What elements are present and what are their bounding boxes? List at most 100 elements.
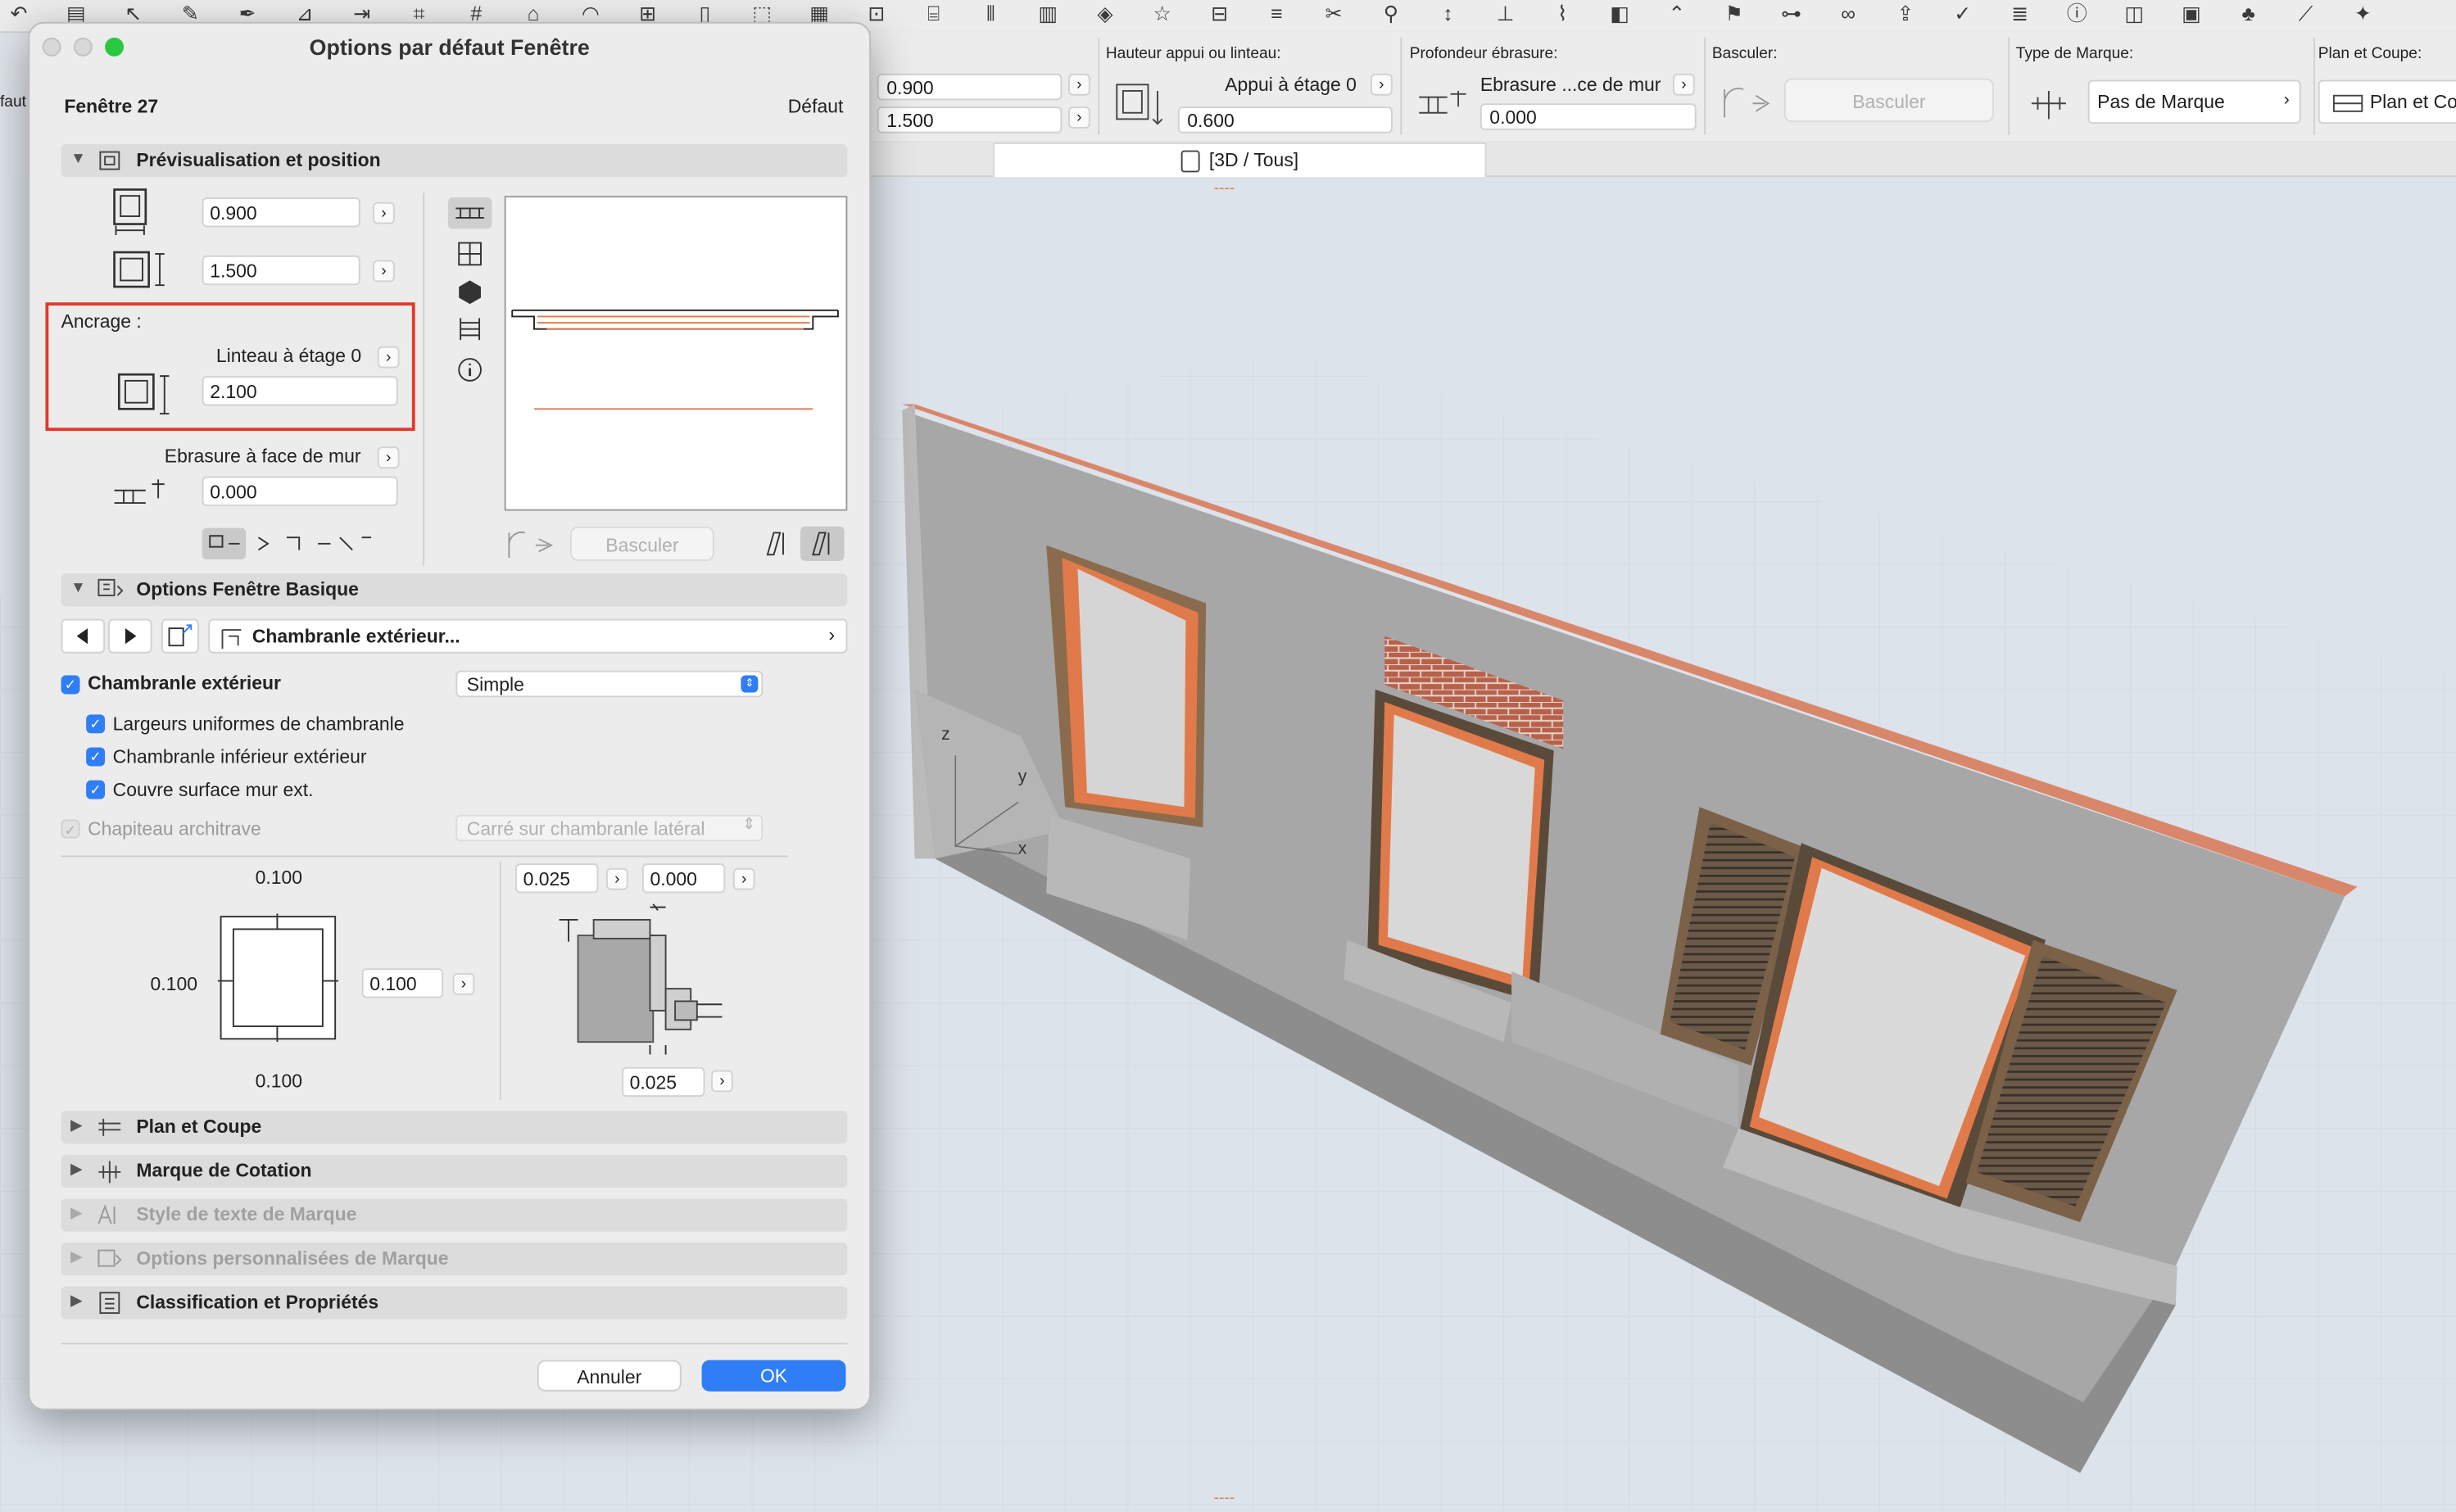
uniform-widths-label: Largeurs uniformes de chambranle xyxy=(112,713,405,736)
capital-style-select[interactable]: Carré sur chambranle latéral ⇕ xyxy=(455,814,764,842)
brush-icon[interactable]: ⌇ xyxy=(1550,2,1575,27)
reveal-mode[interactable]: Ebrasure ...ce de mur xyxy=(1480,74,1661,96)
section-plan-section[interactable]: ▶ Plan et Coupe xyxy=(61,1111,848,1144)
split-icon[interactable]: ✂ xyxy=(1321,2,1347,27)
lower-frame-label: Chambranle inférieur extérieur xyxy=(112,745,367,768)
roof-tool-icon[interactable]: ⌃ xyxy=(1664,2,1689,27)
frame-style-select[interactable]: Simple ⇕ xyxy=(455,670,764,698)
fill-icon[interactable]: ◧ xyxy=(1607,2,1633,27)
adjust-icon[interactable]: ↕ xyxy=(1435,2,1461,27)
infobox-flip-button[interactable]: Basculer xyxy=(1783,78,1994,123)
map-icon[interactable]: ◫ xyxy=(2122,2,2147,27)
elevation-view-icon[interactable] xyxy=(455,240,483,268)
plan-view-icon xyxy=(455,207,484,219)
marker-type-select[interactable]: Pas de Marque xyxy=(2087,79,2301,124)
section-custom-marker-label: Options personnalisées de Marque xyxy=(136,1247,449,1270)
curtain-icon[interactable]: ▥ xyxy=(1035,2,1061,27)
star-icon[interactable]: ☆ xyxy=(1149,2,1175,27)
chevron-right-icon[interactable]: › xyxy=(605,867,628,890)
chevron-right-icon[interactable]: › xyxy=(1673,73,1695,96)
favorite-icon[interactable]: ✦ xyxy=(2350,2,2376,27)
section-dimension-marker[interactable]: ▶ Marque de Cotation xyxy=(61,1154,848,1188)
page-list-icon xyxy=(168,624,193,647)
width-field[interactable]: 0.900 xyxy=(202,197,360,228)
layers-icon[interactable]: ≣ xyxy=(2007,2,2032,27)
reveal-mode-dialog[interactable]: Ebrasure à face de mur xyxy=(165,445,361,467)
id-icon[interactable]: ▣ xyxy=(2179,2,2205,27)
infobox-height-field[interactable]: 1.500 xyxy=(877,106,1063,134)
tab-3d-view[interactable]: [3D / Tous] xyxy=(993,143,1487,178)
trim-icon[interactable]: ⊥ xyxy=(1493,2,1518,27)
sitemap-icon[interactable]: ⊶ xyxy=(1779,2,1804,27)
profile-b-field[interactable]: 0.000 xyxy=(641,863,726,894)
railing-icon[interactable]: ⫴ xyxy=(978,2,1004,27)
check-icon[interactable]: ✓ xyxy=(1950,2,1975,27)
infobox-width-field[interactable]: 0.900 xyxy=(877,73,1063,101)
profile-c-field[interactable]: 0.025 xyxy=(622,1066,705,1098)
info-icon[interactable] xyxy=(455,355,483,383)
disclosure-open-icon: ▼ xyxy=(70,579,86,597)
profile-a-field[interactable]: 0.025 xyxy=(515,863,599,894)
anchor-mode[interactable]: Linteau à étage 0 xyxy=(216,345,361,367)
info-icon[interactable]: ⓘ xyxy=(2064,2,2090,27)
default-label[interactable]: Défaut xyxy=(788,96,844,118)
tree-icon[interactable]: ♣ xyxy=(2236,2,2261,27)
preview-canvas[interactable] xyxy=(504,196,848,511)
viewport-dashes-bottom: ---- xyxy=(1213,1490,1235,1508)
next-page-button[interactable] xyxy=(107,618,152,654)
frame-right-dim-field[interactable]: 0.100 xyxy=(361,968,444,998)
chevron-right-icon[interactable]: › xyxy=(452,972,475,995)
ok-button[interactable]: OK xyxy=(701,1360,846,1392)
link-icon[interactable]: ∞ xyxy=(1836,2,1861,27)
cancel-button[interactable]: Annuler xyxy=(537,1360,682,1392)
chevron-right-icon[interactable]: › xyxy=(1067,73,1090,96)
section-view-icon[interactable] xyxy=(455,315,483,343)
magic-wand-icon[interactable]: ⚲ xyxy=(1379,2,1404,27)
chevron-right-icon[interactable]: › xyxy=(1067,106,1090,129)
sill-icon xyxy=(1116,84,1163,125)
flip-button[interactable]: Basculer xyxy=(569,526,714,561)
chevron-right-icon[interactable]: › xyxy=(373,260,395,283)
height-field[interactable]: 1.500 xyxy=(202,255,360,286)
classification-icon xyxy=(99,1292,120,1315)
dialog-titlebar[interactable]: Options par défaut Fenêtre xyxy=(29,24,869,70)
previous-page-button[interactable] xyxy=(61,618,106,654)
section-basic-options[interactable]: ▼ Options Fenêtre Basique xyxy=(61,573,848,607)
capital-checkbox[interactable]: ✓ xyxy=(61,819,80,839)
lower-frame-checkbox[interactable]: ✓ xyxy=(86,747,106,767)
section-custom-marker[interactable]: ▶ Options personnalisées de Marque xyxy=(61,1243,848,1276)
anchor-field[interactable]: 2.100 xyxy=(202,376,398,406)
mirror-left-icon[interactable] xyxy=(761,530,792,558)
sill-mode[interactable]: Appui à étage 0 xyxy=(1225,74,1357,96)
flag-icon[interactable]: ⚑ xyxy=(1721,2,1747,27)
frame-page-icon xyxy=(221,629,242,649)
capital-style-value: Carré sur chambranle latéral xyxy=(466,817,705,840)
section-preview-position[interactable]: ▼ Prévisualisation et position xyxy=(61,143,848,178)
page-list-button[interactable] xyxy=(161,618,199,654)
chevron-right-icon[interactable]: › xyxy=(377,446,400,469)
infobox-reveal-field[interactable]: 0.000 xyxy=(1479,103,1697,130)
section-classification[interactable]: ▶ Classification et Propriétés xyxy=(61,1286,848,1320)
section-icon[interactable]: ⊟ xyxy=(1207,2,1232,27)
view-tab-bar: [3D / Tous] xyxy=(871,141,2456,178)
morph-icon[interactable]: ◈ xyxy=(1093,2,1118,27)
frame-checkbox[interactable]: ✓ xyxy=(61,675,80,695)
uniform-widths-checkbox[interactable]: ✓ xyxy=(86,714,106,734)
infobox-sill-field[interactable]: 0.600 xyxy=(1177,106,1393,134)
chevron-right-icon[interactable]: › xyxy=(1371,73,1393,96)
elevation-icon[interactable]: ≡ xyxy=(1264,2,1289,27)
undo-icon[interactable]: ↶ xyxy=(7,2,32,27)
chevron-right-icon[interactable]: › xyxy=(732,867,755,890)
stair-icon[interactable]: ⌸ xyxy=(921,2,946,27)
ruler-icon[interactable]: ⟋ xyxy=(2293,2,2318,27)
reveal-field[interactable]: 0.000 xyxy=(202,476,398,506)
flip-icon xyxy=(508,531,554,559)
section-marker-text-style[interactable]: ▶ Style de texte de Marque xyxy=(61,1198,848,1232)
export-icon[interactable]: ⇪ xyxy=(1893,2,1919,27)
chevron-right-icon[interactable]: › xyxy=(711,1070,733,1093)
chevron-right-icon[interactable]: › xyxy=(377,346,400,369)
chevron-right-icon[interactable]: › xyxy=(373,201,395,224)
3d-view-icon[interactable] xyxy=(455,278,483,306)
page-select[interactable]: Chambranle extérieur... › xyxy=(208,618,848,654)
cover-wall-checkbox[interactable]: ✓ xyxy=(86,780,106,799)
